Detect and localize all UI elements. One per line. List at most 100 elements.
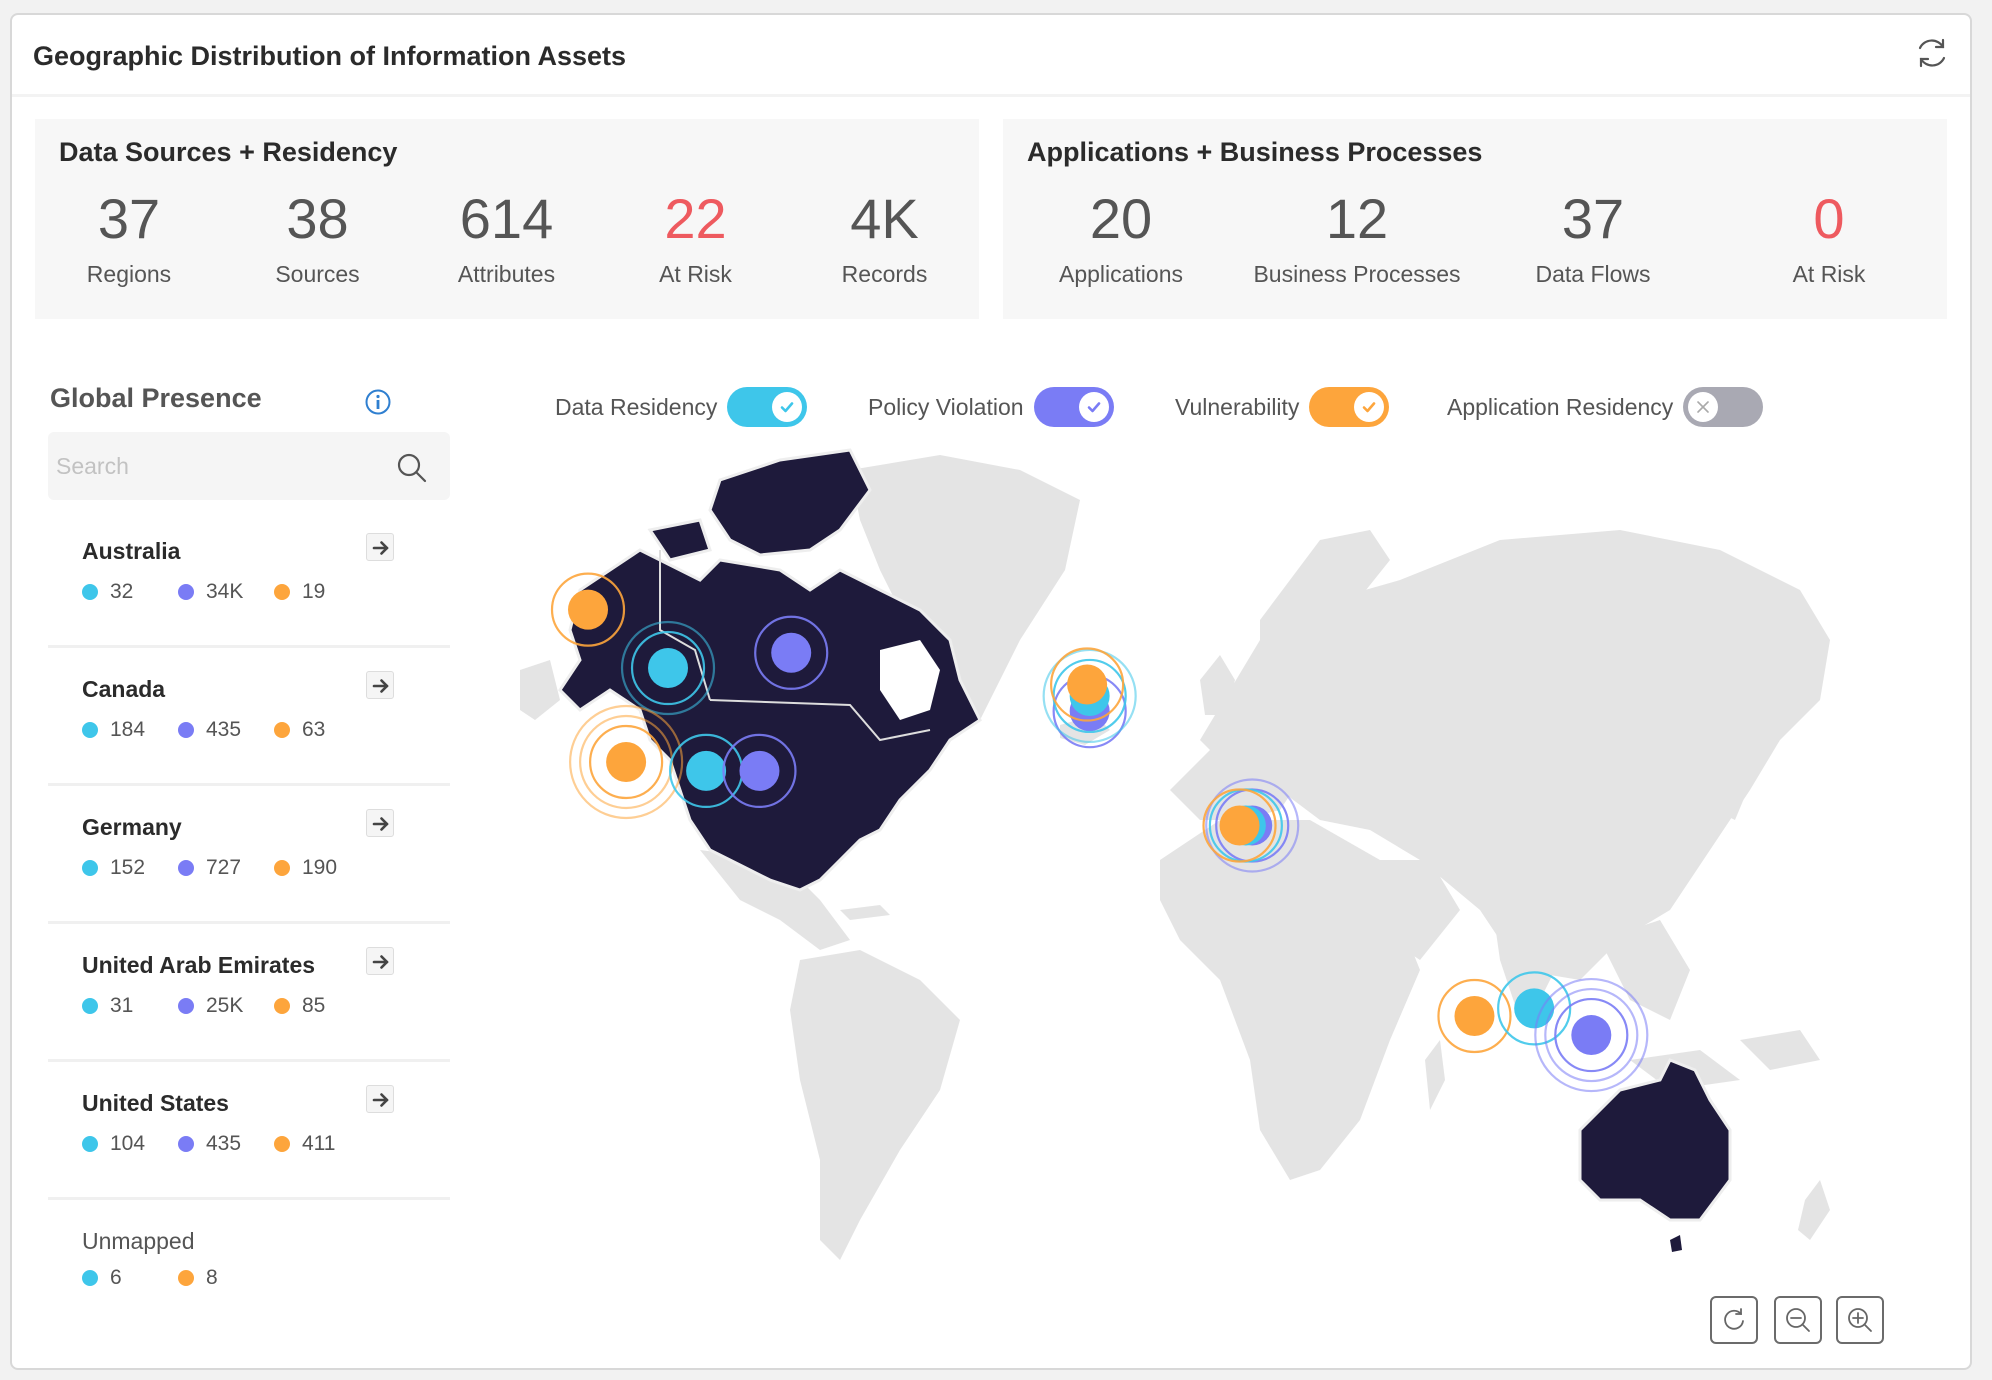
country-item: Canada 184 435 63 <box>48 648 450 786</box>
zoom-in-button[interactable] <box>1836 1296 1884 1344</box>
country-details-button[interactable] <box>366 947 394 975</box>
check-icon <box>1363 402 1376 413</box>
country-details-button[interactable] <box>366 533 394 561</box>
stat-value: 12 <box>1325 187 1389 250</box>
legend-dot-icon <box>82 1136 98 1152</box>
stat-attributes: 614 Attributes <box>412 189 601 288</box>
metric-value: 190 <box>302 856 338 879</box>
applications-title: Applications + Business Processes <box>1027 137 1483 167</box>
marker-canada-data-residency <box>648 648 689 689</box>
toggle-knob <box>772 392 803 422</box>
metric-value: 19 <box>302 580 326 603</box>
stat-sources: 38 Sources <box>223 189 412 288</box>
toggle-knob <box>1078 392 1109 422</box>
stat-value: 20 <box>1089 187 1153 250</box>
country-name: United Arab Emirates <box>82 952 316 978</box>
legend-dot-icon <box>274 722 290 738</box>
reset-icon <box>1724 1308 1744 1330</box>
refresh-button[interactable] <box>1912 33 1952 73</box>
global-presence-title: Global Presence <box>50 383 262 413</box>
metric-value: 152 <box>110 856 146 879</box>
country-item: United States 104 435 411 <box>48 1062 450 1200</box>
toggle-application-residency: Application Residency <box>1447 387 1764 427</box>
stat-label: Regions <box>86 261 172 287</box>
stat-at-risk: 0 At Risk <box>1711 189 1947 288</box>
marker-australia-policy-violation <box>1571 1015 1612 1056</box>
search-icon[interactable] <box>396 452 428 484</box>
world-map[interactable] <box>520 440 1840 1280</box>
stat-value: 4K <box>850 187 919 250</box>
toggle-label: Data Residency <box>555 393 718 420</box>
country-metrics: 31 25K 85 <box>82 994 370 1018</box>
country-item: Australia 32 34K 19 <box>48 510 450 648</box>
metric-value: 34K <box>206 580 244 603</box>
legend-dot-icon <box>82 998 98 1014</box>
metric-value: 25K <box>206 994 244 1017</box>
new-zealand-shape <box>1798 1180 1830 1240</box>
legend-dot-icon <box>274 860 290 876</box>
legend-dot-icon <box>178 998 194 1014</box>
info-icon[interactable] <box>364 388 392 416</box>
metric: 19 <box>274 580 370 604</box>
marker-united-states-data-residency <box>686 750 727 791</box>
stat-label: Records <box>841 261 928 287</box>
stat-label: Applications <box>1058 261 1184 287</box>
metric: 435 <box>178 1132 274 1156</box>
legend-dot-icon <box>82 860 98 876</box>
country-metrics: 184 435 63 <box>82 718 370 742</box>
metric: 8 <box>178 1266 274 1290</box>
caribbean-shape <box>840 905 890 920</box>
metric: 32 <box>82 580 178 604</box>
legend-dot-icon <box>274 584 290 600</box>
metric: 6 <box>82 1266 178 1290</box>
toggle-knob <box>1354 392 1385 422</box>
stat-label: Sources <box>275 261 360 287</box>
toggle-switch[interactable] <box>727 387 808 427</box>
stat-label: At Risk <box>1792 261 1866 287</box>
stat-records: 4K Records <box>790 189 979 288</box>
stat-business-processes: 12 Business Processes <box>1239 189 1475 288</box>
search-input[interactable] <box>56 432 376 500</box>
metric-value: 184 <box>110 718 146 741</box>
country-name: Canada <box>82 676 166 702</box>
toggle-policy-violation: Policy Violation <box>868 387 1114 427</box>
madagascar-shape <box>1425 1040 1445 1110</box>
toggle-switch[interactable] <box>1309 387 1390 427</box>
metric: 152 <box>82 856 178 880</box>
country-details-button[interactable] <box>366 671 394 699</box>
arctic-islands-shape <box>708 448 872 557</box>
stat-value: 37 <box>1561 187 1625 250</box>
data-sources-summary: Data Sources + Residency 37 Regions 38 Sour… <box>35 119 979 319</box>
marker-canada-vulnerability <box>568 589 609 630</box>
stat-label: Attributes <box>457 261 556 287</box>
zoom-out-button[interactable] <box>1774 1296 1822 1344</box>
legend-dot-icon <box>82 722 98 738</box>
stat-applications: 20 Applications <box>1003 189 1239 288</box>
metric: 25K <box>178 994 274 1018</box>
metric-value: 63 <box>302 718 326 741</box>
legend-dot-icon <box>178 1136 194 1152</box>
metric-value: 435 <box>206 718 242 741</box>
map-reset-button[interactable] <box>1710 1296 1758 1344</box>
country-name: United States <box>82 1090 229 1116</box>
stat-data-flows: 37 Data Flows <box>1475 189 1711 288</box>
tasmania-shape <box>1670 1235 1682 1252</box>
metric: 727 <box>178 856 274 880</box>
stat-value: 38 <box>286 187 349 250</box>
metric-value: 32 <box>110 580 134 603</box>
stat-regions: 37 Regions <box>35 189 223 288</box>
stat-label: At Risk <box>659 261 732 287</box>
arrow-right-icon <box>372 541 389 555</box>
panel-header: Geographic Distribution of Information A… <box>12 15 1970 97</box>
metric-value: 104 <box>110 1132 146 1155</box>
new-guinea-shape <box>1740 1030 1820 1070</box>
toggle-label: Vulnerability <box>1175 393 1300 420</box>
toggle-switch[interactable] <box>1033 387 1114 427</box>
unmapped-label: Unmapped <box>82 1228 195 1254</box>
legend-dot-icon <box>82 1270 98 1286</box>
country-details-button[interactable] <box>366 1085 394 1113</box>
country-item: Germany 152 727 190 <box>48 786 450 924</box>
country-details-button[interactable] <box>366 809 394 837</box>
toggle-switch[interactable] <box>1683 387 1764 427</box>
stat-label: Business Processes <box>1253 261 1461 287</box>
